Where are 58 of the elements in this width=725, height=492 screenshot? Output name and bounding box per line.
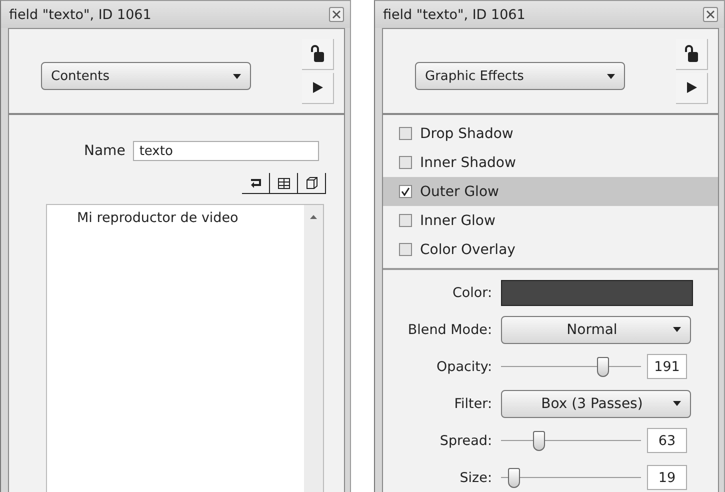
value-field[interactable]: 191 (647, 354, 687, 379)
caret-icon (673, 327, 681, 332)
effect-label: Color Overlay (420, 242, 516, 258)
effect-label: Inner Shadow (420, 154, 516, 170)
caret-icon (673, 401, 681, 406)
close-button[interactable] (703, 7, 718, 22)
unlocked-padlock-icon (685, 45, 698, 62)
play-button[interactable] (302, 72, 334, 104)
book-icon (306, 177, 318, 189)
slider-thumb[interactable] (597, 356, 610, 376)
return-arrow-icon (250, 178, 262, 188)
setting-label: Size: (458, 470, 493, 486)
play-icon (686, 82, 696, 93)
checkbox[interactable] (399, 243, 412, 256)
name-label: Name (84, 143, 126, 159)
grid-icon (278, 178, 290, 188)
slider-thumb[interactable] (508, 468, 520, 488)
effect-row[interactable]: Color Overlay (383, 235, 718, 264)
field-text: Mi reproductor de video (77, 210, 240, 226)
close-icon (706, 10, 715, 19)
name-field[interactable]: texto (133, 141, 320, 161)
book-button[interactable] (298, 173, 326, 194)
window-title: field "texto", ID 1061 (9, 6, 152, 22)
setting-dropdown[interactable]: Box (3 Passes) (501, 390, 691, 418)
value-field[interactable]: 19 (647, 465, 687, 490)
setting-label: Filter: (453, 396, 493, 412)
effect-label: Outer Glow (420, 184, 499, 200)
setting-label: Spread: (438, 432, 493, 448)
setting-label: Blend Mode: (406, 322, 493, 338)
close-icon (332, 10, 341, 19)
effect-row[interactable]: Drop Shadow (383, 119, 718, 148)
checkbox[interactable] (399, 127, 412, 140)
setting-dropdown[interactable]: Normal (501, 316, 691, 344)
checkbox[interactable] (399, 156, 412, 169)
mode-dropdown[interactable]: Contents (41, 62, 251, 90)
play-icon (312, 82, 322, 93)
effect-row[interactable]: Outer Glow (383, 177, 718, 206)
checkbox[interactable] (399, 185, 412, 198)
effect-row[interactable]: Inner Glow (383, 206, 718, 235)
effect-label: Drop Shadow (420, 126, 514, 142)
checkbox[interactable] (399, 214, 412, 227)
close-button[interactable] (329, 7, 344, 22)
scroll-up-icon (310, 215, 317, 219)
color-swatch[interactable] (501, 280, 693, 306)
effect-label: Inner Glow (420, 212, 496, 228)
mode-dropdown[interactable]: Graphic Effects (415, 62, 625, 90)
setting-label: Opacity: (436, 358, 493, 374)
unlocked-padlock-icon (311, 45, 324, 62)
setting-label: Color: (451, 284, 493, 300)
scrollbar[interactable] (304, 205, 323, 492)
window-title: field "texto", ID 1061 (383, 6, 526, 22)
slider-thumb[interactable] (532, 430, 545, 450)
caret-icon (607, 74, 615, 78)
table-button[interactable] (270, 173, 298, 194)
play-button[interactable] (676, 72, 708, 104)
value-field[interactable]: 63 (647, 428, 687, 453)
effect-row[interactable]: Inner Shadow (383, 148, 718, 177)
caret-icon (233, 74, 241, 78)
